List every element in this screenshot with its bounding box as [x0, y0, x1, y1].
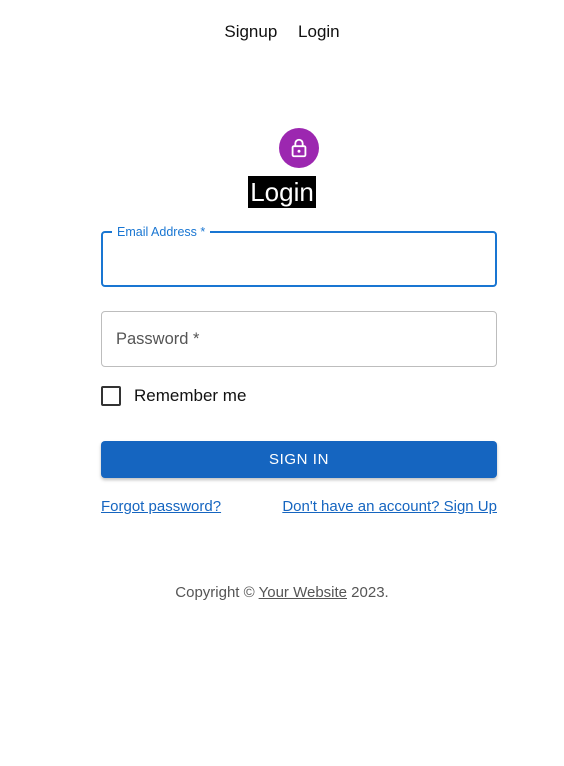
email-input[interactable] — [103, 233, 495, 285]
copyright: Copyright © Your Website 2023. — [0, 584, 564, 601]
remember-me-checkbox[interactable] — [101, 386, 121, 406]
lock-icon — [291, 138, 307, 158]
login-page: Signup Login Login Email Address * Passw… — [0, 0, 564, 766]
forgot-password-link[interactable]: Forgot password? — [101, 498, 221, 515]
top-nav: Signup Login — [0, 22, 564, 42]
copyright-prefix: Copyright © — [175, 584, 259, 601]
remember-me-label[interactable]: Remember me — [134, 386, 246, 406]
page-title: Login — [248, 176, 316, 208]
website-link[interactable]: Your Website — [259, 584, 347, 601]
sign-in-button[interactable]: SIGN IN — [101, 441, 497, 478]
email-field[interactable]: Email Address * — [101, 224, 497, 287]
password-input[interactable] — [102, 312, 496, 366]
nav-login-link[interactable]: Login — [298, 22, 340, 42]
page-title-container: Login — [0, 176, 564, 208]
avatar — [279, 128, 319, 168]
signup-link[interactable]: Don't have an account? Sign Up — [282, 498, 497, 515]
copyright-suffix: 2023. — [347, 584, 389, 601]
remember-me-control[interactable]: Remember me — [101, 386, 246, 406]
nav-signup-link[interactable]: Signup — [224, 22, 277, 42]
password-field[interactable]: Password * — [101, 311, 497, 367]
